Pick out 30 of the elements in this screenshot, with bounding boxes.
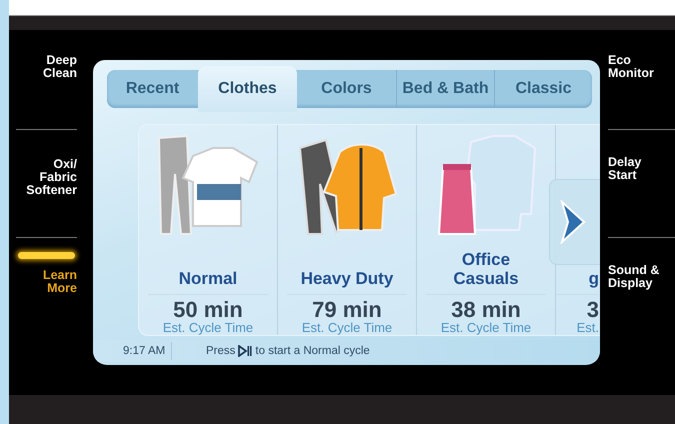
clock-time: 9:17 AM [93, 342, 172, 360]
cycle-name: g [588, 269, 599, 288]
cycle-time: 3 [586, 299, 599, 321]
cycle-name: Casuals [453, 269, 519, 288]
cycle-time: 79 min [312, 299, 382, 321]
next-arrow-button[interactable] [549, 179, 600, 265]
cycle-time-label: Est. Cycle Time [302, 321, 392, 335]
menu-button[interactable]: Learn More [19, 269, 77, 295]
tab[interactable]: Recent [107, 70, 198, 108]
menu-button[interactable]: Eco Monitor [608, 54, 666, 80]
cycle-time: 50 min [173, 299, 243, 321]
cycle-time: 38 min [451, 299, 521, 321]
tab[interactable]: Classic [494, 70, 592, 108]
cycle-name: Normal [178, 269, 238, 288]
cycle-time-label: Est. Cycle Time [440, 321, 532, 335]
menu-button[interactable]: Sound & Display [608, 264, 666, 290]
play-pause-icon [238, 345, 252, 357]
tab[interactable]: Colors [297, 70, 396, 108]
hint-text: Press [206, 345, 236, 357]
cycle-name: Heavy Duty [300, 269, 394, 288]
cycle-time-label: Est. Cycle Time [162, 321, 254, 335]
cycle-time-label: Est. [576, 321, 599, 335]
hint-text: to start a Normal cycle [255, 345, 370, 357]
menu-button[interactable]: Delay Start [608, 156, 666, 182]
tab[interactable]: Bed & Bath [396, 70, 494, 108]
cycle-name: Office [462, 250, 510, 269]
menu-button[interactable]: Deep Clean [19, 54, 77, 80]
menu-button[interactable]: Oxi/ Fabric Softener [19, 158, 77, 197]
tab[interactable]: Clothes [198, 66, 297, 112]
chevron-right-icon [560, 200, 586, 244]
